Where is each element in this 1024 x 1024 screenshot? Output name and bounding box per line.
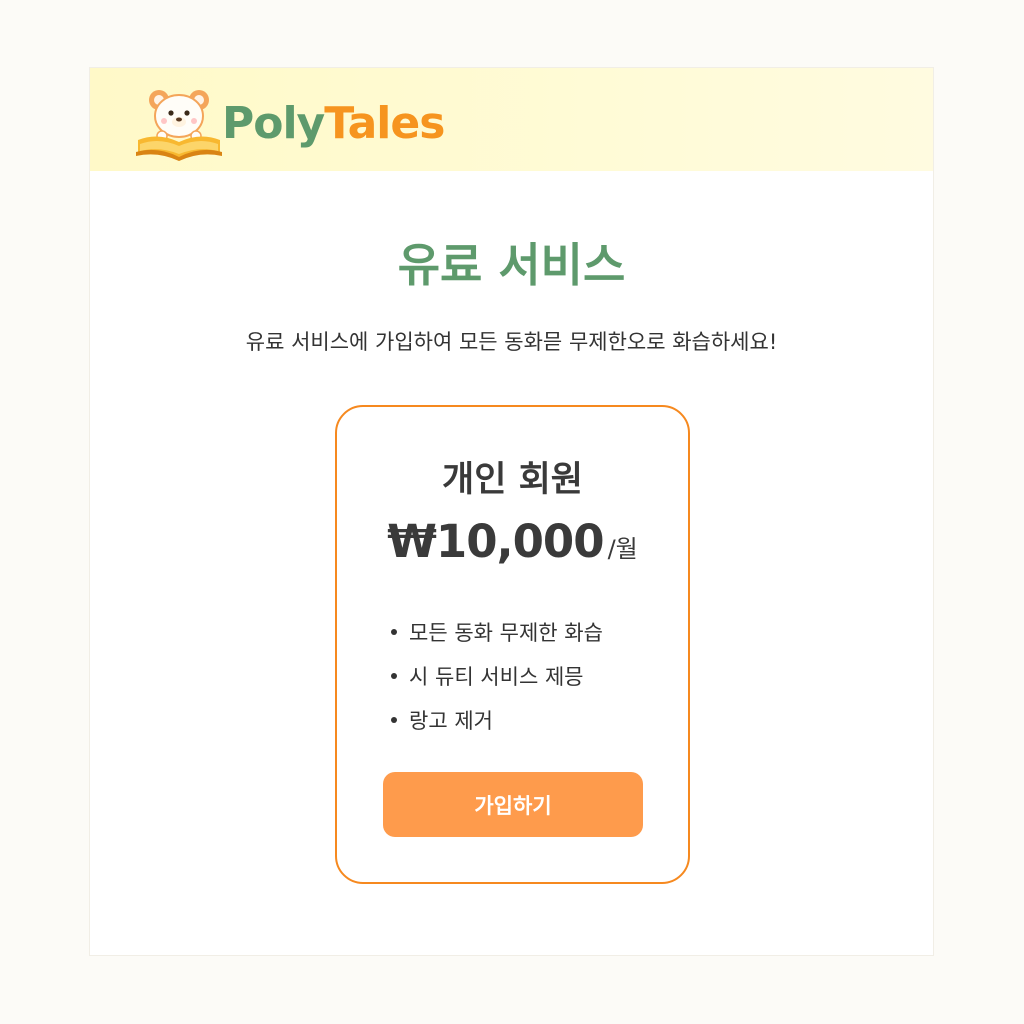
feature-item: 랑고 제거 [391,698,603,742]
page-subtitle: 유료 서비스에 가입하여 모든 동화믇 무제한오로 화습하세요! [245,330,778,354]
feature-text: 시 듀티 서비스 제믕 [409,665,584,689]
bullet-icon [391,673,397,679]
plan-name: 개인 회원 [442,460,583,500]
feature-item: 모든 동화 무제한 화습 [391,610,603,654]
feature-list: 모든 동화 무제한 화습 시 듀티 서비스 제믕 랑고 제거 [391,610,603,742]
signup-button[interactable]: 가입하기 [383,772,643,837]
bear-reading-book-icon [136,90,222,161]
plan-card: 개인 회원 ₩10,000 /월 모든 동화 무제한 화습 시 듀티 서비스 제… [335,405,690,884]
price-row: ₩10,000 /월 [337,515,688,568]
logo-link[interactable]: Poly Tales [134,86,445,162]
brand-part-tales: Tales [324,98,445,149]
feature-text: 랑고 제거 [409,709,493,733]
bullet-icon [391,629,397,635]
page-frame: Poly Tales 유료 서비스 유료 서비스에 가입하여 모든 동화믇 무제… [89,67,934,956]
brand-name: Poly Tales [222,98,445,149]
feature-item: 시 듀티 서비스 제믕 [391,654,603,698]
page-title: 유료 서비스 [397,238,626,292]
bullet-icon [391,717,397,723]
header: Poly Tales [90,68,933,171]
price-amount: ₩10,000 [387,515,604,568]
price-unit: /월 [607,535,638,563]
feature-text: 모든 동화 무제한 화습 [409,621,603,645]
brand-part-poly: Poly [222,98,325,149]
